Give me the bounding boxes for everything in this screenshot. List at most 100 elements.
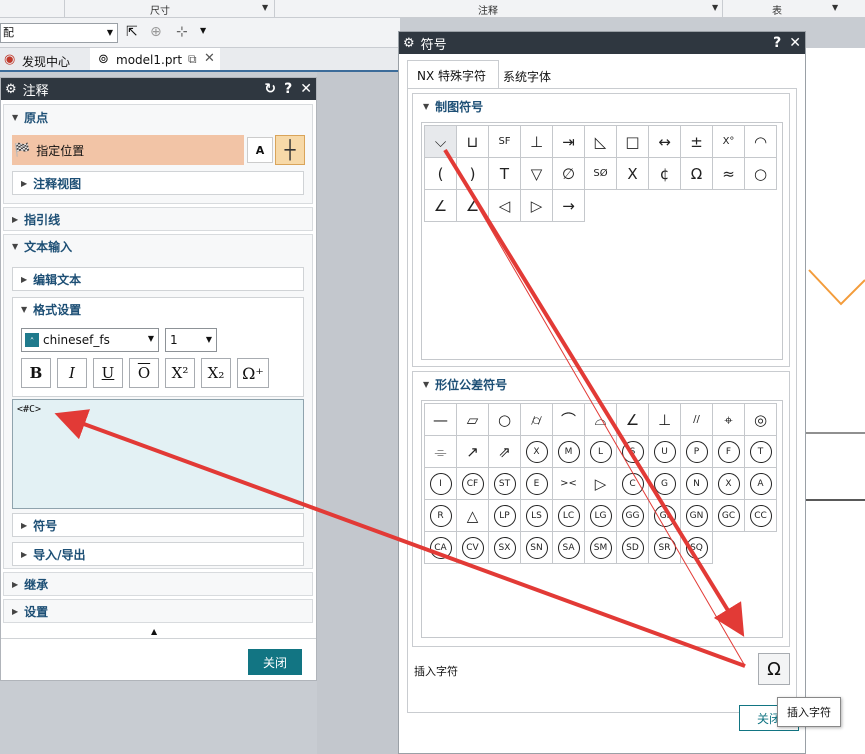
drafting-symbol-cell[interactable]: SØ [585,158,617,190]
gdt-symbol-cell[interactable]: T [745,436,777,468]
font-size-dropdown[interactable]: 1 ▼ [165,328,217,352]
gdt-symbol-cell[interactable]: LG [585,500,617,532]
drafting-symbol-cell[interactable]: → [553,190,585,222]
insert-symbol-omega-icon[interactable]: Ω⁺ [237,358,269,388]
gdt-symbol-cell[interactable]: U [649,436,681,468]
drafting-symbol-cell[interactable]: ± [681,126,713,158]
specify-location-row[interactable]: 🏁 指定位置 [12,135,244,165]
chevron-down-icon[interactable]: ▼ [712,3,718,12]
close-icon[interactable]: ✕ [789,35,801,51]
drafting-symbol-cell[interactable]: ⊥ [521,126,553,158]
gdt-symbol-cell[interactable]: △ [457,500,489,532]
gdt-symbol-cell[interactable]: ○ [489,404,521,436]
text-input-header[interactable]: ▼ 文本输入 [4,235,312,257]
leader-section[interactable]: ▶ 指引线 [3,207,313,231]
settings-section[interactable]: ▶ 设置 [3,599,313,623]
annotation-view-row[interactable]: ▶ 注释视图 [12,171,304,195]
gdt-symbol-cell[interactable]: CF [457,468,489,500]
edit-text-row[interactable]: ▶ 编辑文本 [12,267,304,291]
gdt-symbol-cell[interactable]: ↗ [457,436,489,468]
drafting-symbol-cell[interactable]: ≈ [713,158,745,190]
drafting-symbol-cell[interactable]: ∠ [457,190,489,222]
drafting-symbol-cell[interactable]: ▷ [521,190,553,222]
point-tool-icon[interactable]: ⊹ [176,24,188,40]
gdt-symbol-cell[interactable]: — [425,404,457,436]
gdt-symbol-cell[interactable]: ▷ [585,468,617,500]
drafting-symbol-cell[interactable]: ○ [745,158,777,190]
gdt-symbols-header[interactable]: ▼ 形位公差符号 [413,372,789,396]
gdt-symbol-cell[interactable]: R [425,500,457,532]
gdt-symbol-cell[interactable]: ⌒ [553,404,585,436]
close-icon[interactable]: ✕ [300,81,312,97]
gdt-symbol-cell[interactable]: G [649,468,681,500]
popout-icon[interactable]: ⧉ [188,52,197,67]
drafting-symbol-cell[interactable]: ) [457,158,489,190]
gdt-symbol-cell[interactable]: P [681,436,713,468]
help-icon[interactable]: ? [773,35,781,51]
format-settings-header[interactable]: ▼ 格式设置 [13,298,303,320]
bold-button[interactable]: B [21,358,51,388]
drafting-symbol-cell[interactable]: ⇥ [553,126,585,158]
help-icon[interactable]: ? [284,81,292,97]
ribbon-group-table[interactable]: 表 [772,2,782,17]
tab-nx-special-characters[interactable]: NX 特殊字符 [417,67,486,84]
gdt-symbol-cell[interactable]: ∠ [617,404,649,436]
drafting-symbol-cell[interactable]: T [489,158,521,190]
gdt-symbol-cell[interactable]: N [681,468,713,500]
drafting-symbol-cell[interactable]: X° [713,126,745,158]
drafting-symbol-cell[interactable]: □ [617,126,649,158]
gdt-symbol-cell[interactable]: ⌯ [425,436,457,468]
gdt-symbol-cell[interactable]: X [521,436,553,468]
gdt-symbol-cell[interactable]: I [425,468,457,500]
gdt-symbol-cell[interactable]: SD [617,532,649,564]
gdt-symbol-cell[interactable]: C [617,468,649,500]
drafting-symbol-cell[interactable]: ◁ [489,190,521,222]
gdt-symbol-cell[interactable]: LP [489,500,521,532]
snap-tool-icon[interactable]: ⊕ [150,24,162,40]
tab-home[interactable]: 发现中心 [22,53,70,70]
graphics-canvas[interactable] [805,48,865,754]
symbols-row[interactable]: ▶ 符号 [12,513,304,537]
drafting-symbol-cell[interactable]: ⊔ [457,126,489,158]
insert-character-omega-icon[interactable]: Ω [758,653,790,685]
gdt-symbol-cell[interactable]: GC [713,500,745,532]
origin-header[interactable]: ▼ 原点 [4,105,312,129]
ribbon-group-dimension[interactable]: 尺寸 [150,2,170,17]
chevron-down-icon[interactable]: ▼ [262,3,268,12]
drafting-symbols-header[interactable]: ▼ 制图符号 [413,94,789,118]
gdt-symbol-cell[interactable]: ▱ [457,404,489,436]
gdt-symbol-cell[interactable]: GN [681,500,713,532]
annotation-close-button[interactable]: 关闭 [248,649,302,675]
drafting-symbol-cell[interactable]: ↔ [649,126,681,158]
drafting-symbol-cell[interactable]: ◠ [745,126,777,158]
gdt-symbol-cell[interactable]: SX [489,532,521,564]
chevron-down-icon[interactable]: ▼ [200,26,206,35]
close-tab-icon[interactable]: ✕ [204,51,215,66]
gdt-symbol-cell[interactable]: X [713,468,745,500]
italic-button[interactable]: I [57,358,87,388]
reset-icon[interactable]: ↻ [264,81,276,97]
drafting-symbol-cell[interactable]: ∠ [425,190,457,222]
gdt-symbol-cell[interactable]: GI [649,500,681,532]
selection-filter-dropdown[interactable]: 配 ▼ [0,23,118,43]
gdt-symbol-cell[interactable]: CA [425,532,457,564]
gdt-symbol-cell[interactable]: A [745,468,777,500]
tab-system-font[interactable]: 系统字体 [503,68,551,85]
gdt-symbol-cell[interactable]: E [521,468,553,500]
gdt-symbol-cell[interactable]: ⌭ [521,404,553,436]
ribbon-group-annotation[interactable]: 注释 [478,2,498,17]
gdt-symbol-cell[interactable]: ⇗ [489,436,521,468]
gdt-symbol-cell[interactable]: // [681,404,713,436]
drafting-symbol-cell[interactable]: ∅ [553,158,585,190]
gdt-symbol-cell[interactable]: L [585,436,617,468]
gdt-symbol-cell[interactable]: S [617,436,649,468]
point-dialog-icon[interactable]: ┼ [275,135,305,165]
superscript-button[interactable]: X² [165,358,195,388]
gdt-symbol-cell[interactable]: >< [553,468,585,500]
chevron-up-icon[interactable]: ▲ [151,627,157,636]
drafting-symbol-cell[interactable]: ◺ [585,126,617,158]
import-export-row[interactable]: ▶ 导入/导出 [12,542,304,566]
gdt-symbol-cell[interactable]: ⌓ [585,404,617,436]
gdt-symbol-cell[interactable]: SQ [681,532,713,564]
chevron-down-icon[interactable]: ▼ [832,3,838,12]
